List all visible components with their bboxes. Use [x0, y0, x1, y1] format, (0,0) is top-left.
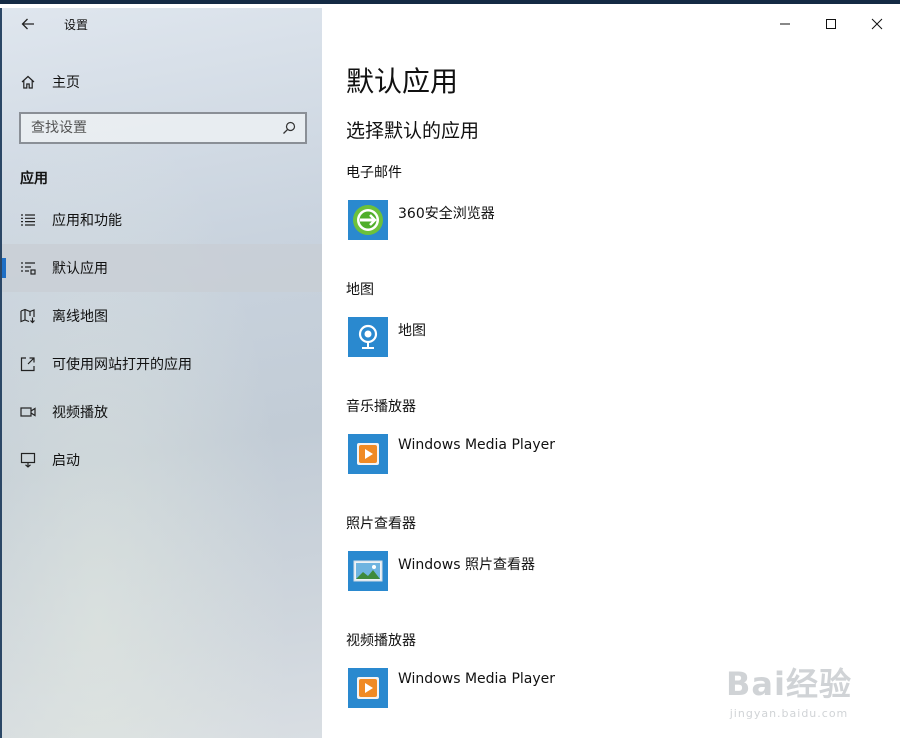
sidebar-item-apps-features[interactable]: 应用和功能 [2, 196, 322, 244]
section-title: 应用 [20, 171, 48, 187]
video-icon [19, 403, 37, 421]
sidebar-item-video-playback[interactable]: 视频播放 [2, 388, 322, 436]
settings-window: 设置 主页 应用 应用和功能 默认应用 [0, 0, 900, 738]
minimize-button[interactable] [762, 8, 808, 40]
default-apps-icon [19, 259, 37, 277]
maps-app-name: 地图 [398, 323, 426, 339]
maps-app-selector[interactable]: 地图 [348, 317, 426, 357]
apps-list-icon [19, 211, 37, 229]
sidebar-item-startup[interactable]: 启动 [2, 436, 322, 484]
main-content: 默认应用 选择默认的应用 电子邮件 360安全浏览器 地图 地图 音乐播放器 W… [322, 8, 900, 738]
app-title: 设置 [64, 18, 89, 32]
search-input[interactable] [21, 120, 277, 136]
back-arrow-icon [21, 18, 34, 30]
titlebar-left: 设置 [2, 8, 322, 40]
watermark-logo: Bai经验 [726, 665, 852, 703]
maximize-button[interactable] [808, 8, 854, 40]
watermark-url: jingyan.baidu.com [729, 707, 849, 720]
home-icon [19, 73, 37, 91]
category-music-label: 音乐播放器 [346, 399, 416, 415]
category-video-label: 视频播放器 [346, 633, 416, 649]
category-maps-label: 地图 [346, 282, 374, 298]
sidebar-item-apps-for-websites[interactable]: 可使用网站打开的应用 [2, 340, 322, 388]
category-email-label: 电子邮件 [346, 165, 402, 181]
startup-icon [19, 451, 37, 469]
music-app-name: Windows Media Player [398, 437, 556, 453]
open-website-icon [19, 355, 37, 373]
media-player-icon [348, 434, 388, 474]
maximize-icon [826, 19, 836, 29]
back-button[interactable] [14, 12, 42, 36]
photo-viewer-icon [348, 551, 388, 591]
sidebar-item-default-apps[interactable]: 默认应用 [2, 244, 322, 292]
sidebar-item-label: 视频播放 [52, 405, 108, 421]
close-button[interactable] [854, 8, 900, 40]
maps-icon [348, 317, 388, 357]
home-label: 主页 [52, 75, 80, 91]
sidebar-item-offline-maps[interactable]: 离线地图 [2, 292, 322, 340]
email-app-name: 360安全浏览器 [398, 206, 495, 222]
sidebar-item-label: 应用和功能 [52, 213, 122, 229]
email-app-selector[interactable]: 360安全浏览器 [348, 200, 495, 240]
home-nav-item[interactable]: 主页 [2, 58, 322, 106]
browser-360-icon [348, 200, 388, 240]
window-controls [762, 8, 900, 40]
minimize-icon [780, 23, 790, 25]
sidebar-item-label: 离线地图 [52, 309, 108, 325]
sidebar-item-label: 默认应用 [52, 261, 108, 277]
media-player-icon [348, 668, 388, 708]
offline-map-icon [19, 307, 37, 325]
search-box[interactable] [19, 112, 307, 144]
photos-app-name: Windows 照片查看器 [398, 557, 535, 573]
photos-app-selector[interactable]: Windows 照片查看器 [348, 551, 535, 591]
page-title: 默认应用 [346, 65, 459, 98]
music-app-selector[interactable]: Windows Media Player [348, 434, 555, 474]
sidebar: 设置 主页 应用 应用和功能 默认应用 [0, 8, 322, 738]
close-icon [871, 18, 883, 30]
watermark: Bai经验 jingyan.baidu.com [726, 659, 852, 720]
video-app-selector[interactable]: Windows Media Player [348, 668, 555, 708]
page-subtitle: 选择默认的应用 [346, 120, 480, 142]
sidebar-item-label: 可使用网站打开的应用 [52, 357, 192, 373]
video-app-name: Windows Media Player [398, 671, 556, 687]
search-icon[interactable] [277, 116, 301, 140]
sidebar-item-label: 启动 [52, 453, 80, 469]
category-photos-label: 照片查看器 [346, 516, 416, 532]
